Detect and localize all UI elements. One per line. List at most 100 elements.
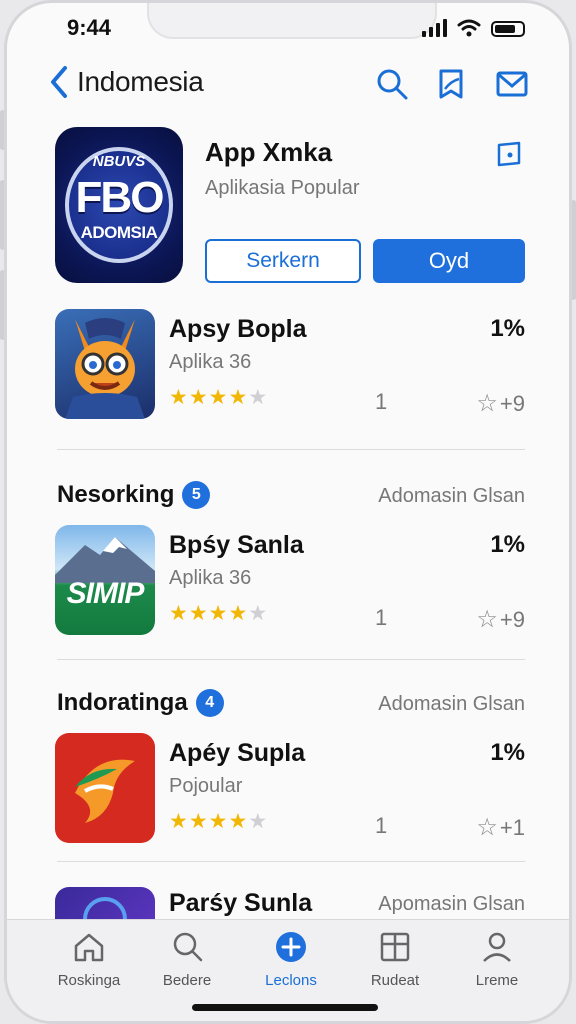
status-bar: 9:44 — [67, 13, 525, 41]
app-subtitle: Aplikasia Popular — [205, 177, 360, 199]
list-item[interactable]: SIMIP Bpśy Sanla Aplika 36 1% ★ ★ ★ ★ ★ 1 ☆ +… — [53, 525, 525, 641]
star-icon: ★ — [169, 810, 188, 833]
review-count: 1 — [375, 605, 388, 630]
secondary-button[interactable]: Serkern — [205, 239, 361, 283]
search-icon[interactable] — [375, 67, 409, 101]
app-icon — [55, 733, 155, 843]
bird-icon — [75, 759, 135, 823]
tab-label: Roskinga — [57, 972, 121, 989]
app-percent: 1% — [490, 739, 525, 766]
tab-profile[interactable]: Lreme — [447, 930, 547, 989]
star-icon: ★ — [169, 386, 188, 409]
star-icon: ★ — [188, 602, 208, 625]
app-title: Apsy Bopla — [169, 315, 307, 343]
count-badge: 4 — [195, 689, 224, 717]
app-icon — [55, 309, 155, 419]
phone-screen: 9:44 Indomesia NBUVS FBO ADOMSIA App Xmk… — [4, 0, 572, 1024]
list-item[interactable]: Parśy Sunla Apomasin Glsan — [53, 887, 525, 919]
star-outline-icon: ☆ — [476, 606, 498, 633]
section-title: Indoratinga 4 — [57, 689, 224, 717]
star-outline-icon: ☆ — [476, 814, 498, 841]
star-icon: ★ — [208, 386, 228, 409]
star-icon: ★ — [228, 602, 248, 625]
plus-icon — [276, 932, 306, 962]
tab-home[interactable]: Roskinga — [39, 930, 139, 989]
app-subtitle: Aplika 36 — [169, 567, 252, 589]
app-icon-text-main: FBO — [75, 173, 165, 222]
rating-text: +9 — [499, 606, 525, 632]
app-icon[interactable]: NBUVS FBO ADOMSIA — [55, 127, 183, 283]
tab-label: Lreme — [475, 972, 519, 989]
star-icon: ★ — [248, 810, 268, 833]
app-icon: SIMIP — [55, 525, 155, 635]
app-icon — [55, 887, 155, 919]
tab-collections[interactable]: Leclons — [241, 930, 341, 989]
grid-icon — [380, 932, 410, 962]
nav-actions — [375, 67, 529, 101]
star-icon: ★ — [228, 386, 248, 409]
app-subtitle: Pojoular — [169, 775, 243, 797]
app-subtitle: Aplika 36 — [169, 351, 252, 373]
rating-value: ☆ +9 — [476, 605, 525, 634]
tag-icon[interactable] — [495, 139, 525, 169]
app-percent: 1% — [490, 531, 525, 558]
star-icon: ★ — [248, 602, 268, 625]
review-count: 1 — [375, 389, 388, 414]
wifi-icon — [457, 19, 481, 37]
list-item[interactable]: Apéy Supla Pojoular 1% ★ ★ ★ ★ ★ 1 ☆ +1 — [53, 733, 525, 849]
tab-search[interactable]: Bedere — [137, 930, 237, 989]
tab-label: Leclons — [265, 972, 317, 989]
tab-updates[interactable]: Rudeat — [345, 930, 445, 989]
featured-app: NBUVS FBO ADOMSIA App Xmka Aplikasia Pop… — [53, 127, 525, 287]
count-badge: 5 — [182, 481, 211, 509]
app-title: App Xmka — [205, 137, 333, 167]
app-title: Parśy Sunla — [169, 889, 313, 917]
rating-text: +9 — [499, 390, 525, 416]
search-icon — [173, 932, 203, 962]
star-icon: ★ — [169, 602, 188, 625]
rating-text: +1 — [499, 814, 525, 840]
person-icon — [483, 932, 511, 962]
get-button[interactable]: Oyd — [373, 239, 525, 283]
mail-icon[interactable] — [495, 67, 529, 101]
status-icons — [422, 19, 525, 37]
app-icon-text-bottom: ADOMSIA — [80, 223, 158, 242]
star-rating: ★ ★ ★ ★ ★ — [169, 811, 267, 832]
app-title: Apéy Supla — [169, 739, 306, 767]
section-header: Nesorking 5 Adomasin Glsan — [55, 479, 525, 513]
nav-bar: Indomesia — [49, 65, 529, 109]
battery-icon — [491, 21, 525, 37]
app-title: Bpśy Sanla — [169, 531, 304, 559]
section-header: Indoratinga 4 Adomasin Glsan — [55, 687, 525, 721]
tab-label: Rudeat — [370, 972, 420, 989]
signal-icon — [422, 19, 447, 37]
section-title-text: Nesorking — [57, 481, 175, 508]
divider — [57, 861, 525, 862]
divider — [57, 449, 525, 450]
character-icon — [65, 318, 145, 419]
star-icon: ★ — [208, 810, 228, 833]
review-count: 1 — [375, 813, 388, 838]
bookmark-icon[interactable] — [435, 67, 469, 101]
see-all-link[interactable]: Adomasin Glsan — [378, 485, 525, 508]
star-outline-icon: ☆ — [476, 390, 498, 417]
star-rating: ★ ★ ★ ★ ★ — [169, 603, 267, 624]
list-item[interactable]: Apsy Bopla Aplika 36 1% ★ ★ ★ ★ ★ 1 ☆ +9 — [53, 309, 525, 425]
section-title-text: Indoratinga — [57, 689, 188, 716]
rating-value: ☆ +9 — [476, 389, 525, 418]
app-percent: 1% — [490, 315, 525, 342]
chevron-left-icon — [51, 66, 67, 98]
star-rating: ★ ★ ★ ★ ★ — [169, 387, 267, 408]
divider — [57, 659, 525, 660]
see-all-link[interactable]: Apomasin Glsan — [378, 893, 525, 916]
star-icon: ★ — [228, 810, 248, 833]
rating-value: ☆ +1 — [476, 813, 525, 842]
home-indicator[interactable] — [192, 1004, 378, 1011]
back-label: Indomesia — [77, 66, 204, 97]
home-icon — [74, 933, 104, 962]
status-time: 9:44 — [67, 15, 112, 40]
see-all-link[interactable]: Adomasin Glsan — [378, 693, 525, 716]
star-icon: ★ — [208, 602, 228, 625]
star-icon: ★ — [188, 386, 208, 409]
back-button[interactable]: Indomesia — [49, 65, 204, 99]
